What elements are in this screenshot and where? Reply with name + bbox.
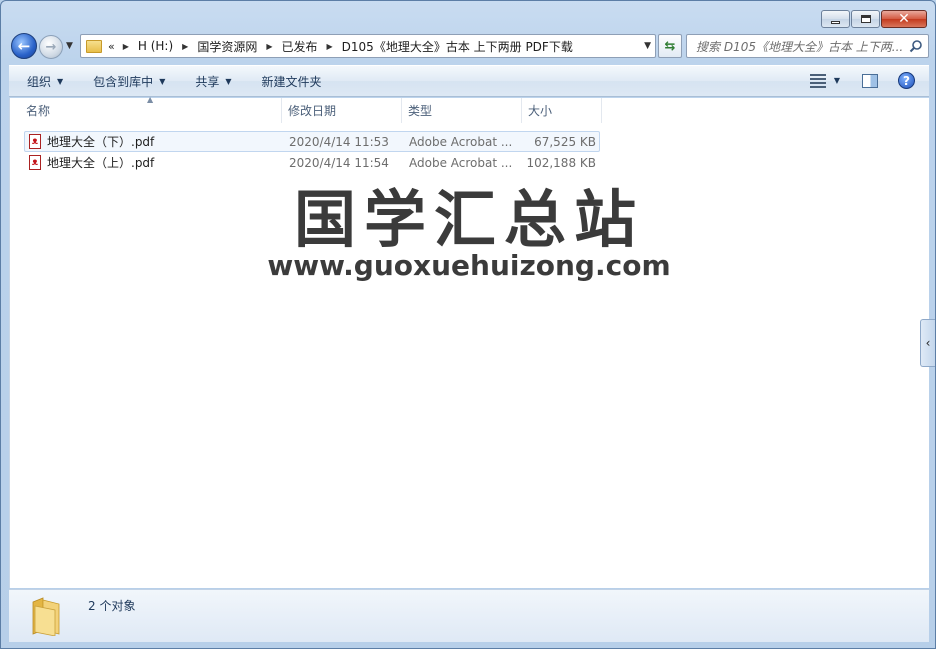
chevron-down-icon: ▼ bbox=[57, 76, 64, 86]
breadcrumb-drive[interactable]: H (H:) bbox=[138, 39, 173, 53]
chevron-left-icon: ‹ bbox=[925, 336, 931, 350]
arrow-right-icon: → bbox=[45, 39, 57, 55]
watermark-url: www.guoxuehuizong.com bbox=[267, 249, 671, 282]
new-folder-label: 新建文件夹 bbox=[261, 74, 322, 89]
refresh-icon: ⇆ bbox=[664, 38, 676, 54]
view-list-icon[interactable] bbox=[809, 73, 826, 88]
include-in-library-label: 包含到库中 bbox=[93, 74, 154, 89]
file-name-cell: ᴥ 地理大全（下）.pdf bbox=[25, 133, 289, 150]
item-count: 2 个对象 bbox=[88, 599, 136, 613]
column-header-size[interactable]: 大小 bbox=[522, 98, 602, 123]
refresh-button[interactable]: ⇆ bbox=[658, 34, 682, 58]
search-icon[interactable] bbox=[909, 39, 923, 53]
chevron-down-icon: ▼ bbox=[225, 76, 232, 86]
close-icon: ✕ bbox=[898, 11, 910, 27]
address-dropdown-icon[interactable]: ▼ bbox=[644, 41, 651, 51]
pdf-file-icon: ᴥ bbox=[29, 134, 41, 149]
column-header-date-label: 修改日期 bbox=[288, 104, 337, 118]
organize-menu[interactable]: 组织 ▼ bbox=[27, 73, 63, 90]
file-name: 地理大全（下）.pdf bbox=[47, 135, 155, 149]
breadcrumb-site[interactable]: 国学资源网 bbox=[197, 38, 257, 55]
minimize-icon bbox=[831, 20, 840, 24]
history-dropdown-icon[interactable]: ▼ bbox=[66, 41, 73, 51]
breadcrumb-published[interactable]: 已发布 bbox=[282, 38, 318, 55]
organize-label: 组织 bbox=[27, 74, 52, 89]
file-type: Adobe Acrobat ... bbox=[409, 155, 513, 170]
column-header-size-label: 大小 bbox=[528, 104, 553, 118]
breadcrumb-current-folder[interactable]: D105《地理大全》古本 上下两册 PDF下载 bbox=[342, 38, 573, 55]
watermark-title: 国学汇总站 bbox=[293, 183, 644, 256]
maximize-icon bbox=[860, 15, 871, 23]
maximize-button[interactable] bbox=[851, 10, 880, 28]
search-input[interactable]: 搜索 D105《地理大全》古本 上下两... bbox=[696, 38, 904, 55]
arrow-left-icon: ← bbox=[17, 37, 31, 55]
column-headers: ▲ 名称 修改日期 类型 大小 bbox=[10, 95, 610, 123]
new-folder-button[interactable]: 新建文件夹 bbox=[262, 73, 322, 90]
share-menu[interactable]: 共享 ▼ bbox=[195, 73, 231, 90]
back-button[interactable]: ← bbox=[11, 33, 37, 59]
close-button[interactable]: ✕ bbox=[881, 10, 927, 28]
view-dropdown-icon[interactable]: ▼ bbox=[834, 76, 840, 85]
folder-large-icon bbox=[32, 597, 60, 636]
column-header-name-label: 名称 bbox=[26, 104, 51, 118]
file-rows: ᴥ 地理大全（下）.pdf 2020/4/14 11:53 Adobe Acro… bbox=[24, 131, 600, 173]
column-header-name[interactable]: ▲ 名称 bbox=[10, 95, 282, 123]
file-size: 67,525 KB bbox=[534, 134, 596, 149]
details-pane: 2 个对象 bbox=[9, 589, 929, 642]
file-type: Adobe Acrobat ... bbox=[409, 134, 513, 149]
share-label: 共享 bbox=[195, 74, 220, 89]
chevron-down-icon: ▼ bbox=[159, 76, 166, 86]
pdf-file-icon: ᴥ bbox=[29, 155, 41, 170]
help-icon[interactable]: ? bbox=[898, 72, 915, 89]
view-controls: ▼ ? bbox=[809, 72, 915, 89]
command-bar: 组织 ▼ 包含到库中 ▼ 共享 ▼ 新建文件夹 ▼ ? bbox=[9, 65, 929, 97]
breadcrumb-separator-icon[interactable]: ▶ bbox=[266, 42, 272, 51]
sort-ascending-icon: ▲ bbox=[147, 95, 154, 104]
expand-pane-tab[interactable]: ‹ bbox=[920, 319, 935, 367]
minimize-button[interactable] bbox=[821, 10, 850, 28]
overflow-chevrons[interactable]: « bbox=[108, 40, 115, 53]
address-bar[interactable]: « ▶ H (H:) ▶ 国学资源网 ▶ 已发布 ▶ D105《地理大全》古本 … bbox=[80, 34, 656, 58]
include-in-library-menu[interactable]: 包含到库中 ▼ bbox=[93, 73, 165, 90]
breadcrumb-separator-icon[interactable]: ▶ bbox=[123, 42, 129, 51]
caption-buttons: ✕ bbox=[820, 10, 927, 28]
explorer-window: ✕ ← → ▼ « ▶ H (H:) ▶ 国学资源网 ▶ 已发布 ▶ D105《… bbox=[0, 0, 936, 649]
preview-pane-icon[interactable] bbox=[862, 73, 878, 88]
file-row[interactable]: ᴥ 地理大全（下）.pdf 2020/4/14 11:53 Adobe Acro… bbox=[24, 131, 600, 152]
search-box[interactable]: 搜索 D105《地理大全》古本 上下两... bbox=[686, 34, 929, 58]
column-header-type[interactable]: 类型 bbox=[402, 98, 522, 123]
breadcrumb-separator-icon[interactable]: ▶ bbox=[182, 42, 188, 51]
column-header-date[interactable]: 修改日期 bbox=[282, 98, 402, 123]
file-size: 102,188 KB bbox=[526, 155, 596, 170]
column-header-type-label: 类型 bbox=[408, 104, 433, 118]
folder-icon bbox=[86, 39, 102, 53]
file-date: 2020/4/14 11:54 bbox=[289, 155, 389, 170]
forward-button[interactable]: → bbox=[39, 35, 63, 59]
navigation-bar: ← → ▼ « ▶ H (H:) ▶ 国学资源网 ▶ 已发布 ▶ D105《地理… bbox=[9, 33, 929, 59]
file-date: 2020/4/14 11:53 bbox=[289, 134, 389, 149]
breadcrumb-separator-icon[interactable]: ▶ bbox=[327, 42, 333, 51]
